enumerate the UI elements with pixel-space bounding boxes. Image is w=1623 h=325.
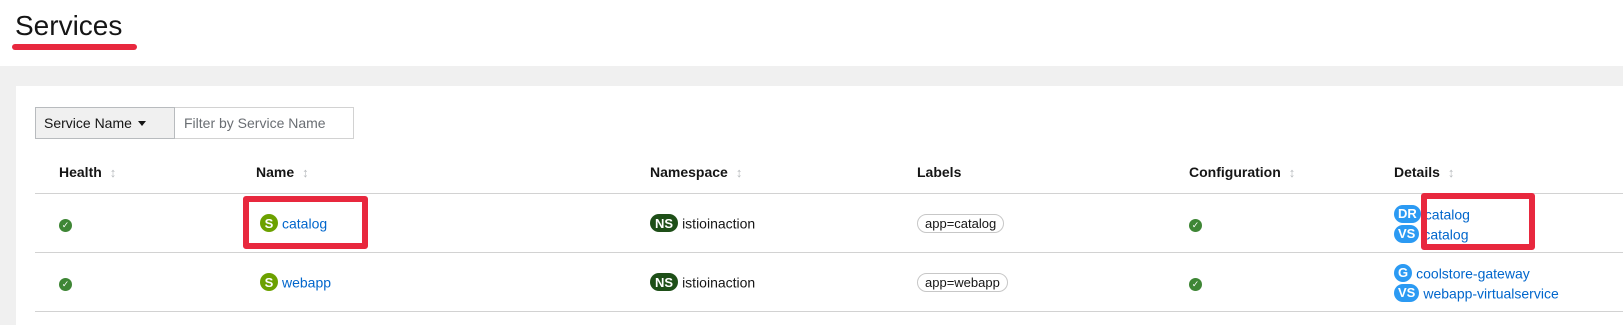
name-cell: Swebapp — [256, 252, 650, 312]
virtual-service-badge: VS — [1394, 225, 1420, 244]
sort-icon[interactable]: ↕ — [302, 165, 309, 180]
column-header-label: Namespace — [650, 163, 728, 180]
column-header-label: Health — [59, 163, 102, 180]
column-header-name[interactable]: Name ↕ — [256, 151, 650, 194]
column-header-label: Name — [256, 163, 295, 180]
detail-link[interactable]: catalog — [1425, 206, 1470, 222]
detail-item: VS webapp-virtualservice — [1394, 282, 1623, 303]
namespace-cell: NS istioinaction — [650, 193, 917, 253]
column-header-namespace[interactable]: Namespace ↕ — [650, 151, 917, 194]
details-cell: Gcoolstore-gateway VS webapp-virtualservi… — [1394, 252, 1623, 312]
sort-icon[interactable]: ↕ — [1289, 165, 1296, 180]
label-chip: app=catalog — [917, 213, 1005, 233]
virtual-service-badge: VS — [1394, 284, 1420, 303]
detail-link[interactable]: webapp-virtualservice — [1423, 285, 1558, 301]
table-row: ✓ Scatalog NS istioinaction app=catalog ✓… — [35, 193, 1623, 253]
title-highlight-underline — [12, 44, 137, 50]
column-header-label: Details — [1394, 163, 1440, 180]
config-valid-icon: ✓ — [1189, 277, 1202, 291]
sort-icon[interactable]: ↕ — [110, 165, 117, 180]
name-cell: Scatalog — [256, 193, 650, 253]
column-header-configuration[interactable]: Configuration ↕ — [1189, 151, 1394, 194]
service-link[interactable]: webapp — [282, 274, 331, 290]
page-header: Services — [0, 0, 1623, 66]
table-header-row: Health ↕ Name ↕ Namespace ↕ Labels Configur… — [35, 151, 1623, 194]
sort-icon[interactable]: ↕ — [1448, 165, 1455, 180]
namespace-text: istioinaction — [682, 274, 756, 291]
configuration-cell: ✓ — [1189, 193, 1394, 253]
gateway-badge: G — [1394, 264, 1413, 283]
labels-cell: app=webapp — [917, 252, 1189, 312]
service-link[interactable]: catalog — [282, 215, 327, 231]
caret-down-icon — [137, 120, 146, 126]
config-valid-icon: ✓ — [1189, 218, 1202, 232]
service-badge: S — [260, 214, 278, 233]
column-header-health[interactable]: Health ↕ — [35, 151, 256, 194]
configuration-cell: ✓ — [1189, 252, 1394, 312]
namespace-badge: NS — [650, 214, 679, 233]
label-chip: app=webapp — [917, 272, 1008, 292]
sort-icon[interactable]: ↕ — [736, 165, 743, 180]
detail-link[interactable]: coolstore-gateway — [1416, 265, 1530, 281]
detail-link[interactable]: catalog — [1423, 226, 1468, 242]
filter-type-dropdown[interactable]: Service Name — [35, 107, 175, 139]
detail-item: VS catalog — [1394, 223, 1623, 244]
health-cell: ✓ — [35, 193, 256, 253]
detail-item: Gcoolstore-gateway — [1394, 262, 1623, 283]
details-cell: DR catalog VS catalog — [1394, 193, 1623, 253]
filter-toolbar: Service Name — [35, 107, 354, 139]
namespace-badge: NS — [650, 273, 679, 292]
service-badge: S — [260, 273, 278, 292]
page-title: Services — [15, 10, 123, 41]
column-header-label: Labels — [917, 164, 962, 180]
destination-rule-badge: DR — [1394, 205, 1421, 224]
health-ok-icon: ✓ — [59, 277, 72, 291]
table-row: ✓ Swebapp NS istioinaction app=webapp ✓ G… — [35, 252, 1623, 312]
filter-type-label: Service Name — [44, 115, 132, 131]
services-table: Health ↕ Name ↕ Namespace ↕ Labels Configur… — [35, 151, 1623, 312]
health-ok-icon: ✓ — [59, 218, 72, 232]
filter-input[interactable] — [175, 107, 354, 139]
column-header-label: Configuration — [1189, 163, 1281, 180]
column-header-labels: Labels — [917, 151, 1189, 194]
labels-cell: app=catalog — [917, 193, 1189, 253]
namespace-text: istioinaction — [682, 215, 756, 232]
namespace-cell: NS istioinaction — [650, 252, 917, 312]
health-cell: ✓ — [35, 252, 256, 312]
detail-item: DR catalog — [1394, 203, 1623, 224]
column-header-details[interactable]: Details ↕ — [1394, 151, 1623, 194]
